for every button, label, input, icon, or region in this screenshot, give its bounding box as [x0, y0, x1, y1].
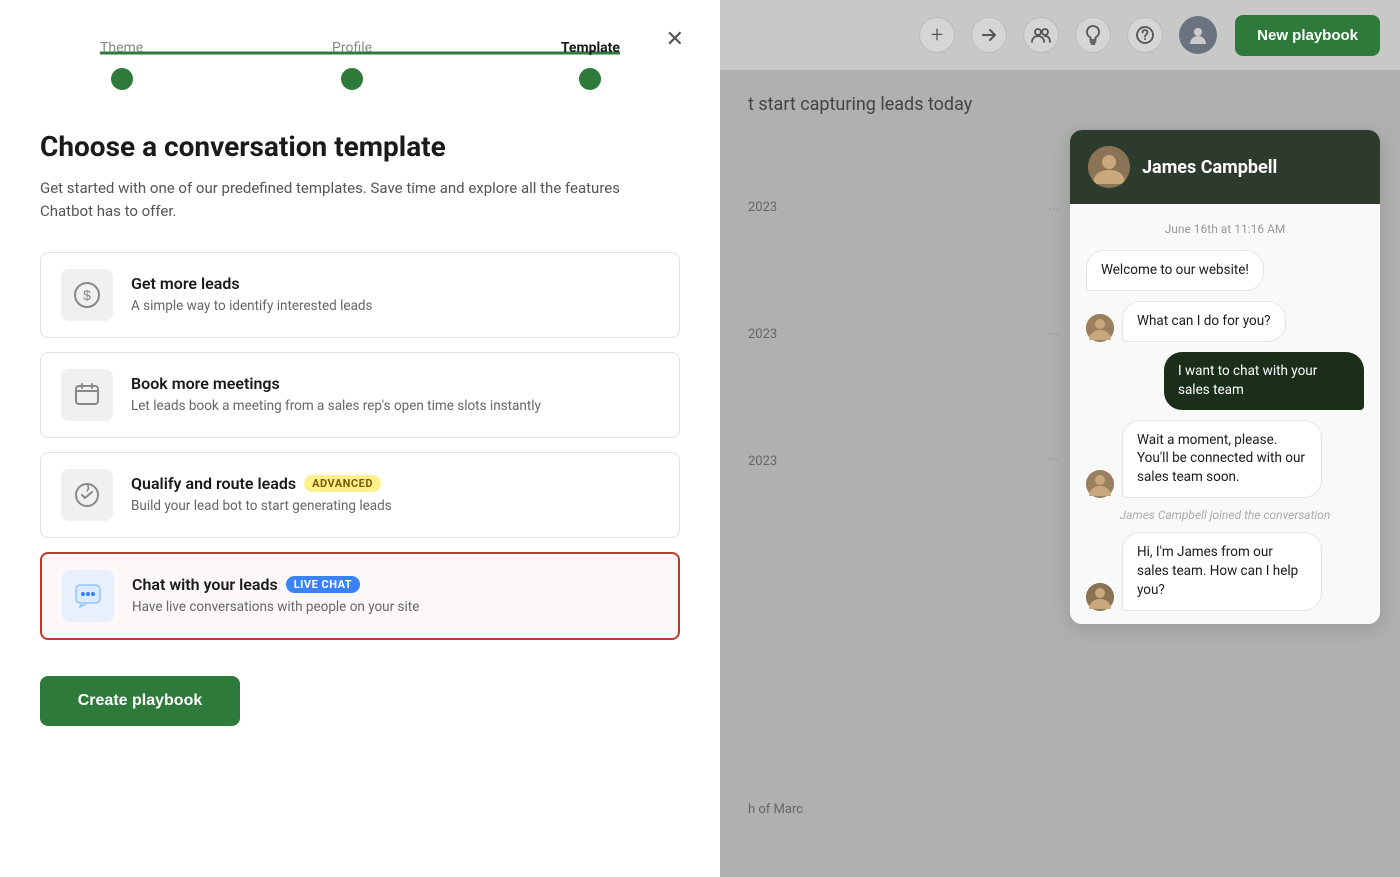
template-name-leads: Get more leads: [131, 274, 373, 293]
template-desc-qualify: Build your lead bot to start generating …: [131, 497, 392, 516]
chat-message-james: Hi, I'm James from our sales team. How c…: [1086, 532, 1364, 611]
people-icon[interactable]: [1023, 17, 1059, 53]
year-label-2: 2023: [748, 327, 777, 342]
help-icon[interactable]: [1127, 17, 1163, 53]
stepper-dot-theme: [111, 68, 133, 90]
template-desc-leads: A simple way to identify interested lead…: [131, 297, 373, 316]
svg-text:$: $: [83, 287, 91, 303]
template-info-qualify: Qualify and route leads ADVANCED Build y…: [131, 474, 392, 516]
template-item-get-more-leads[interactable]: $ Get more leads A simple way to identif…: [40, 252, 680, 338]
chat-bubble-welcome: Welcome to our website!: [1086, 250, 1264, 291]
template-list: $ Get more leads A simple way to identif…: [40, 252, 680, 640]
chat-bubble-wait: Wait a moment, please. You'll be connect…: [1122, 420, 1322, 499]
chat-agent-avatar: [1088, 146, 1130, 188]
stepper-label-template: Template: [561, 40, 620, 56]
stepper-item-template[interactable]: Template: [561, 40, 620, 90]
chat-header: James Campbell: [1070, 130, 1380, 204]
chat-bubble-james: Hi, I'm James from our sales team. How c…: [1122, 532, 1322, 611]
stepper-item-profile[interactable]: Profile: [332, 40, 372, 90]
template-item-book-meetings[interactable]: Book more meetings Let leads book a meet…: [40, 352, 680, 438]
stepper-items: Theme Profile Template: [100, 40, 620, 90]
user-avatar-button[interactable]: [1179, 16, 1217, 54]
template-desc-chat: Have live conversations with people on y…: [132, 598, 419, 617]
template-item-qualify-leads[interactable]: Qualify and route leads ADVANCED Build y…: [40, 452, 680, 538]
more-indicator-1: ···: [1047, 200, 1060, 219]
template-info-leads: Get more leads A simple way to identify …: [131, 274, 373, 316]
template-icon-meetings: [61, 369, 113, 421]
stepper-dot-profile: [341, 68, 363, 90]
chat-system-message: James Campbell joined the conversation: [1086, 508, 1364, 522]
chat-message-what-can: What can I do for you?: [1086, 301, 1364, 342]
chat-agent-avatar-small-3: [1086, 583, 1114, 611]
close-button[interactable]: ✕: [666, 28, 684, 50]
top-bar-icons: +: [919, 16, 1217, 54]
template-icon-qualify: [61, 469, 113, 521]
right-content: t start capturing leads today 2023 2023 …: [720, 70, 1400, 877]
chat-message-user-sales: I want to chat with your sales team: [1086, 352, 1364, 410]
wizard-panel: Theme Profile Template ✕ Choose a conver…: [0, 0, 720, 877]
chat-message-wait: Wait a moment, please. You'll be connect…: [1086, 420, 1364, 499]
template-info-meetings: Book more meetings Let leads book a meet…: [131, 374, 541, 416]
year-label-1: 2023: [748, 200, 777, 215]
share-icon[interactable]: [971, 17, 1007, 53]
stepper-label-theme: Theme: [100, 40, 143, 56]
badge-advanced: ADVANCED: [304, 475, 381, 492]
right-panel: +: [720, 0, 1400, 877]
badge-live-chat: LIVE CHAT: [286, 576, 360, 593]
chat-timestamp: June 16th at 11:16 AM: [1086, 222, 1364, 236]
wizard-description: Get started with one of our predefined t…: [40, 177, 620, 222]
chat-agent-avatar-small-1: [1086, 314, 1114, 342]
stepper-item-theme[interactable]: Theme: [100, 40, 143, 90]
top-bar: +: [720, 0, 1400, 70]
more-indicator-3: ···: [1047, 450, 1060, 469]
wizard-title: Choose a conversation template: [40, 130, 680, 163]
chat-agent-avatar-small-2: [1086, 470, 1114, 498]
add-icon[interactable]: +: [919, 17, 955, 53]
stepper-label-profile: Profile: [332, 40, 372, 56]
template-info-chat: Chat with your leads LIVE CHAT Have live…: [132, 575, 419, 617]
create-playbook-button[interactable]: Create playbook: [40, 676, 240, 726]
template-icon-chat: [62, 570, 114, 622]
template-desc-meetings: Let leads book a meeting from a sales re…: [131, 397, 541, 416]
chat-message-welcome: Welcome to our website!: [1086, 250, 1364, 291]
template-icon-leads: $: [61, 269, 113, 321]
template-name-chat: Chat with your leads LIVE CHAT: [132, 575, 419, 594]
chat-bubble-user-sales: I want to chat with your sales team: [1164, 352, 1364, 410]
idea-icon[interactable]: [1075, 17, 1111, 53]
year-label-3: 2023: [748, 454, 777, 469]
chat-agent-name: James Campbell: [1142, 157, 1277, 178]
chat-body: June 16th at 11:16 AM Welcome to our web…: [1070, 204, 1380, 624]
template-name-qualify: Qualify and route leads ADVANCED: [131, 474, 392, 493]
march-label: h of Marc: [748, 802, 803, 817]
more-indicator-2: ···: [1047, 325, 1060, 344]
capturing-leads-text: t start capturing leads today: [748, 94, 1372, 115]
template-name-meetings: Book more meetings: [131, 374, 541, 393]
stepper-dot-template: [579, 68, 601, 90]
chat-bubble-what-can: What can I do for you?: [1122, 301, 1286, 342]
template-item-chat-leads[interactable]: Chat with your leads LIVE CHAT Have live…: [40, 552, 680, 640]
stepper: Theme Profile Template: [40, 32, 680, 90]
chat-widget: James Campbell June 16th at 11:16 AM Wel…: [1070, 130, 1380, 624]
new-playbook-button[interactable]: New playbook: [1235, 15, 1380, 56]
